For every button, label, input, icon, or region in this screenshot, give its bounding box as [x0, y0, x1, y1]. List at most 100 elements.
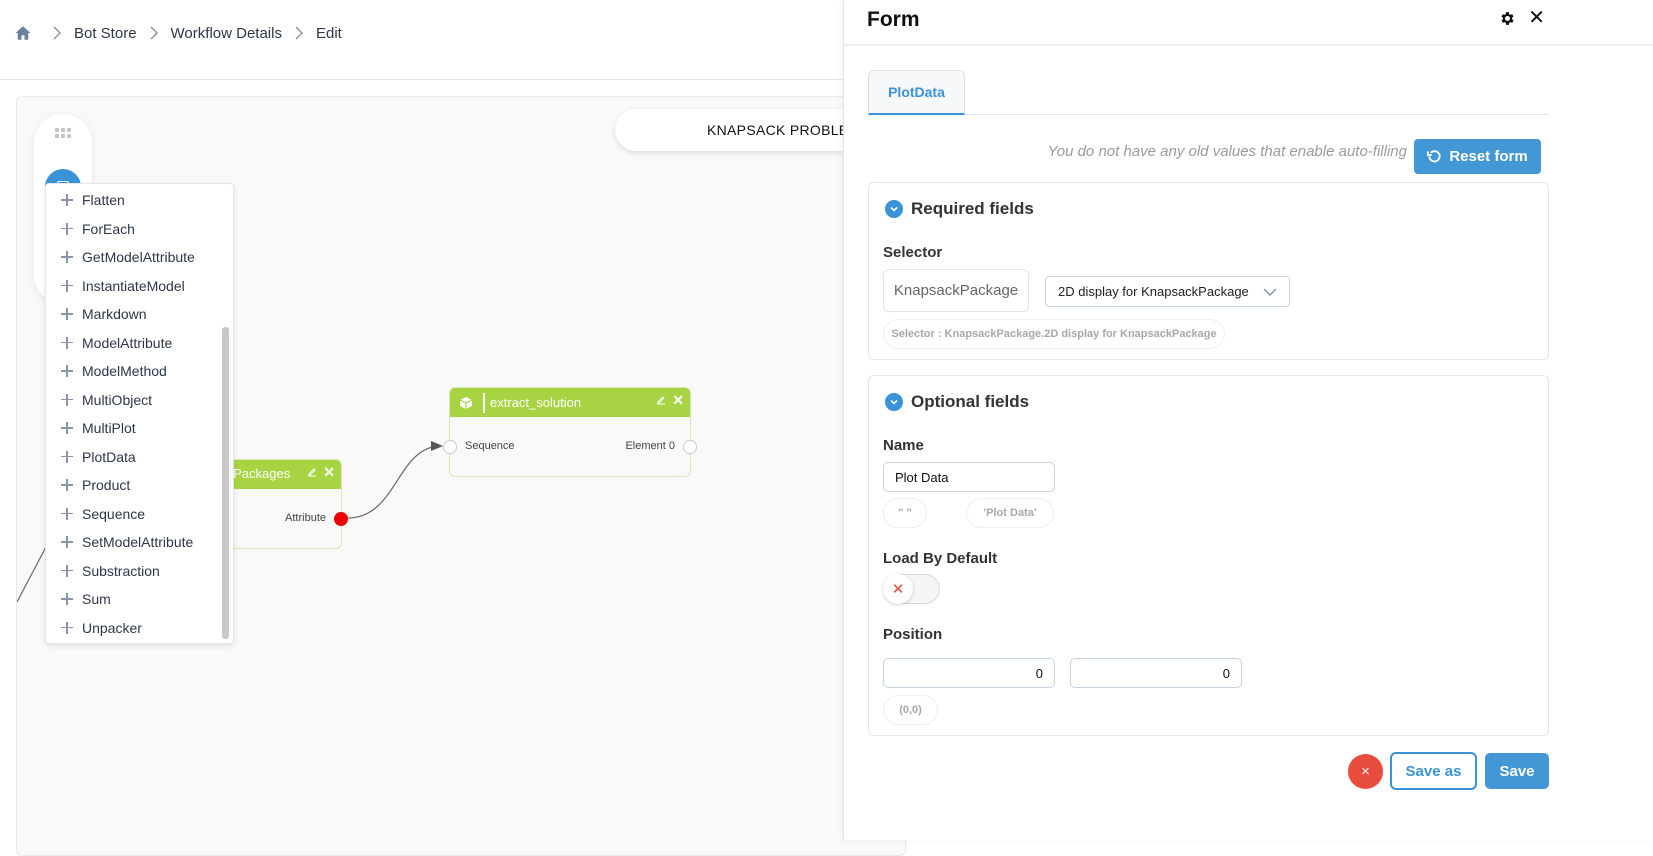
name-input[interactable]: Plot Data: [883, 462, 1055, 492]
tab-plotdata[interactable]: PlotData: [868, 70, 965, 115]
position-pill[interactable]: (0,0): [883, 695, 938, 725]
menu-item-foreach[interactable]: ForEach: [46, 215, 221, 243]
position-label: Position: [883, 626, 943, 643]
plus-icon: [61, 536, 73, 548]
edit-icon[interactable]: [656, 395, 666, 405]
menu-item-getmodelattribute[interactable]: GetModelAttribute: [46, 243, 221, 271]
optional-fields-toggle[interactable]: Optional fields: [885, 392, 1029, 412]
menu-item-label: PlotData: [82, 448, 136, 465]
chevron-right-icon: [150, 26, 158, 40]
optional-fields-section: Optional fields Name Plot Data " " 'Plot…: [868, 375, 1549, 736]
chevron-down-icon: [1263, 288, 1277, 297]
position-x-input[interactable]: 0: [883, 658, 1055, 688]
selector-class: KnapsackPackage: [883, 269, 1029, 312]
reset-form-button[interactable]: Reset form: [1414, 139, 1541, 174]
section-title: Required fields: [911, 199, 1034, 218]
port-label: Element 0: [625, 440, 675, 452]
breadcrumb-workflow-details[interactable]: Workflow Details: [171, 25, 282, 42]
menu-item-substraction[interactable]: Substraction: [46, 557, 221, 585]
section-title: Optional fields: [911, 392, 1030, 411]
drag-handle-icon[interactable]: [55, 128, 71, 138]
edit-icon[interactable]: [307, 467, 317, 477]
menu-item-label: SetModelAttribute: [82, 534, 194, 550]
panel-header: Form ✕: [844, 0, 1653, 46]
close-panel-icon[interactable]: ✕: [1528, 8, 1545, 28]
plus-icon: [61, 222, 73, 235]
close-icon[interactable]: ✕: [672, 393, 684, 407]
menu-item-flatten[interactable]: Flatten: [46, 186, 221, 214]
chevron-down-icon: [885, 393, 903, 411]
position-y-input[interactable]: 0: [1070, 658, 1242, 688]
connection-edge: [347, 445, 442, 519]
menu-item-label: Substraction: [82, 562, 160, 579]
menu-item-label: InstantiateModel: [82, 277, 185, 294]
breadcrumb-bot-store[interactable]: Bot Store: [74, 25, 137, 42]
menu-item-label: ForEach: [82, 220, 135, 237]
close-icon[interactable]: ✕: [323, 465, 335, 479]
plus-icon: [61, 507, 73, 520]
plus-icon: [61, 194, 73, 206]
plus-icon: [61, 308, 73, 320]
form-panel: Form ✕ PlotData You do not have any old …: [843, 0, 1653, 840]
output-port-element-0[interactable]: [683, 440, 697, 454]
load-by-default-toggle[interactable]: ✕: [883, 574, 940, 604]
menu-item-sequence[interactable]: Sequence: [46, 500, 221, 528]
cancel-button[interactable]: ×: [1348, 754, 1383, 789]
menu-item-unpacker[interactable]: Unpacker: [46, 614, 221, 642]
plus-icon: [61, 422, 73, 434]
selector-dropdown[interactable]: 2D display for KnapsackPackage: [1045, 276, 1290, 307]
menu-item-markdown[interactable]: Markdown: [46, 300, 221, 328]
name-label: Name: [883, 437, 924, 454]
menu-item-modelmethod[interactable]: ModelMethod: [46, 357, 221, 385]
divider: [483, 392, 485, 413]
home-icon[interactable]: [14, 24, 32, 42]
reset-icon: [1427, 150, 1441, 163]
selector-value: 2D display for KnapsackPackage: [1058, 284, 1249, 299]
menu-item-instantiatemodel[interactable]: InstantiateModel: [46, 272, 221, 300]
input-port-sequence[interactable]: [443, 440, 457, 454]
form-tabs: PlotData: [868, 70, 1548, 115]
plus-icon: [61, 593, 73, 605]
save-button[interactable]: Save: [1485, 753, 1549, 789]
menu-item-label: MultiObject: [82, 391, 153, 408]
name-value-pill[interactable]: 'Plot Data': [966, 498, 1054, 528]
arrow-head-icon: [431, 441, 443, 451]
menu-item-label: Unpacker: [82, 619, 142, 636]
required-fields-section: Required fields Selector KnapsackPackage…: [868, 182, 1549, 360]
block-menu: Flatten ForEach GetModelAttribute Instantia…: [45, 183, 234, 644]
menu-item-label: Flatten: [82, 192, 125, 208]
cube-icon: [459, 396, 473, 409]
menu-item-label: ModelMethod: [82, 363, 167, 379]
menu-item-product[interactable]: Product: [46, 471, 221, 499]
name-default-pill[interactable]: " ": [883, 498, 927, 528]
plus-icon: [61, 564, 73, 577]
plus-icon: [61, 336, 73, 349]
menu-scrollbar[interactable]: [222, 327, 229, 639]
menu-item-label: ModelAttribute: [82, 334, 173, 351]
chevron-right-icon: [295, 26, 304, 40]
node-extract-solution[interactable]: extract_solution ✕ Sequence Element 0: [443, 387, 697, 477]
load-by-default-label: Load By Default: [883, 550, 998, 567]
menu-item-setmodelattribute[interactable]: SetModelAttribute: [46, 528, 221, 556]
save-as-button[interactable]: Save as: [1390, 752, 1477, 790]
gear-icon[interactable]: [1499, 10, 1516, 27]
menu-item-label: MultiPlot: [82, 420, 136, 436]
plus-icon: [61, 279, 73, 292]
selector-summary-pill: Selector : KnapsackPackage.2D display fo…: [883, 319, 1225, 349]
chevron-down-icon: [885, 200, 903, 218]
node-header[interactable]: extract_solution ✕: [450, 388, 690, 417]
close-icon: ✕: [883, 574, 913, 604]
menu-item-label: Markdown: [82, 306, 147, 322]
plus-icon: [61, 251, 73, 263]
menu-item-plotdata[interactable]: PlotData: [46, 443, 221, 471]
breadcrumb-edit: Edit: [315, 24, 342, 42]
node-title: extract_solution: [490, 395, 582, 410]
menu-item-sum[interactable]: Sum: [46, 585, 221, 613]
output-port-attribute[interactable]: [334, 512, 348, 526]
menu-item-modelattribute[interactable]: ModelAttribute: [46, 329, 221, 357]
menu-item-label: Sequence: [82, 505, 146, 522]
panel-title: Form: [867, 8, 920, 31]
menu-item-multiplot[interactable]: MultiPlot: [46, 414, 221, 442]
required-fields-toggle[interactable]: Required fields: [885, 199, 1034, 219]
menu-item-multiobject[interactable]: MultiObject: [46, 386, 221, 414]
